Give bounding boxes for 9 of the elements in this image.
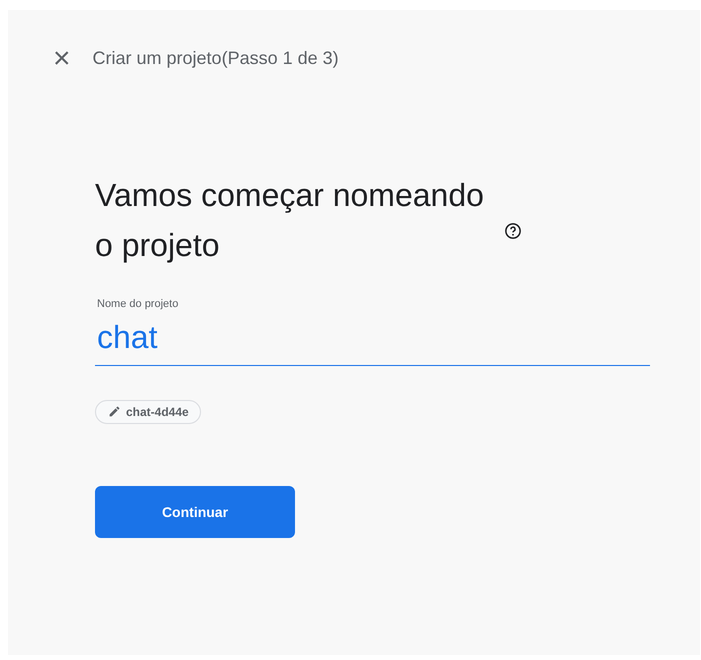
pencil-icon <box>108 405 121 418</box>
continue-button[interactable]: Continuar <box>95 486 295 538</box>
project-name-field[interactable]: chat <box>95 312 650 366</box>
project-id-chip[interactable]: chat-4d44e <box>95 400 201 424</box>
help-icon[interactable] <box>504 222 522 240</box>
heading: Vamos começar nomeando o projeto <box>95 176 485 265</box>
close-button[interactable]: × <box>53 48 71 70</box>
page-title: Criar um projeto(Passo 1 de 3) <box>92 47 339 70</box>
field-label: Nome do projeto <box>97 297 180 312</box>
